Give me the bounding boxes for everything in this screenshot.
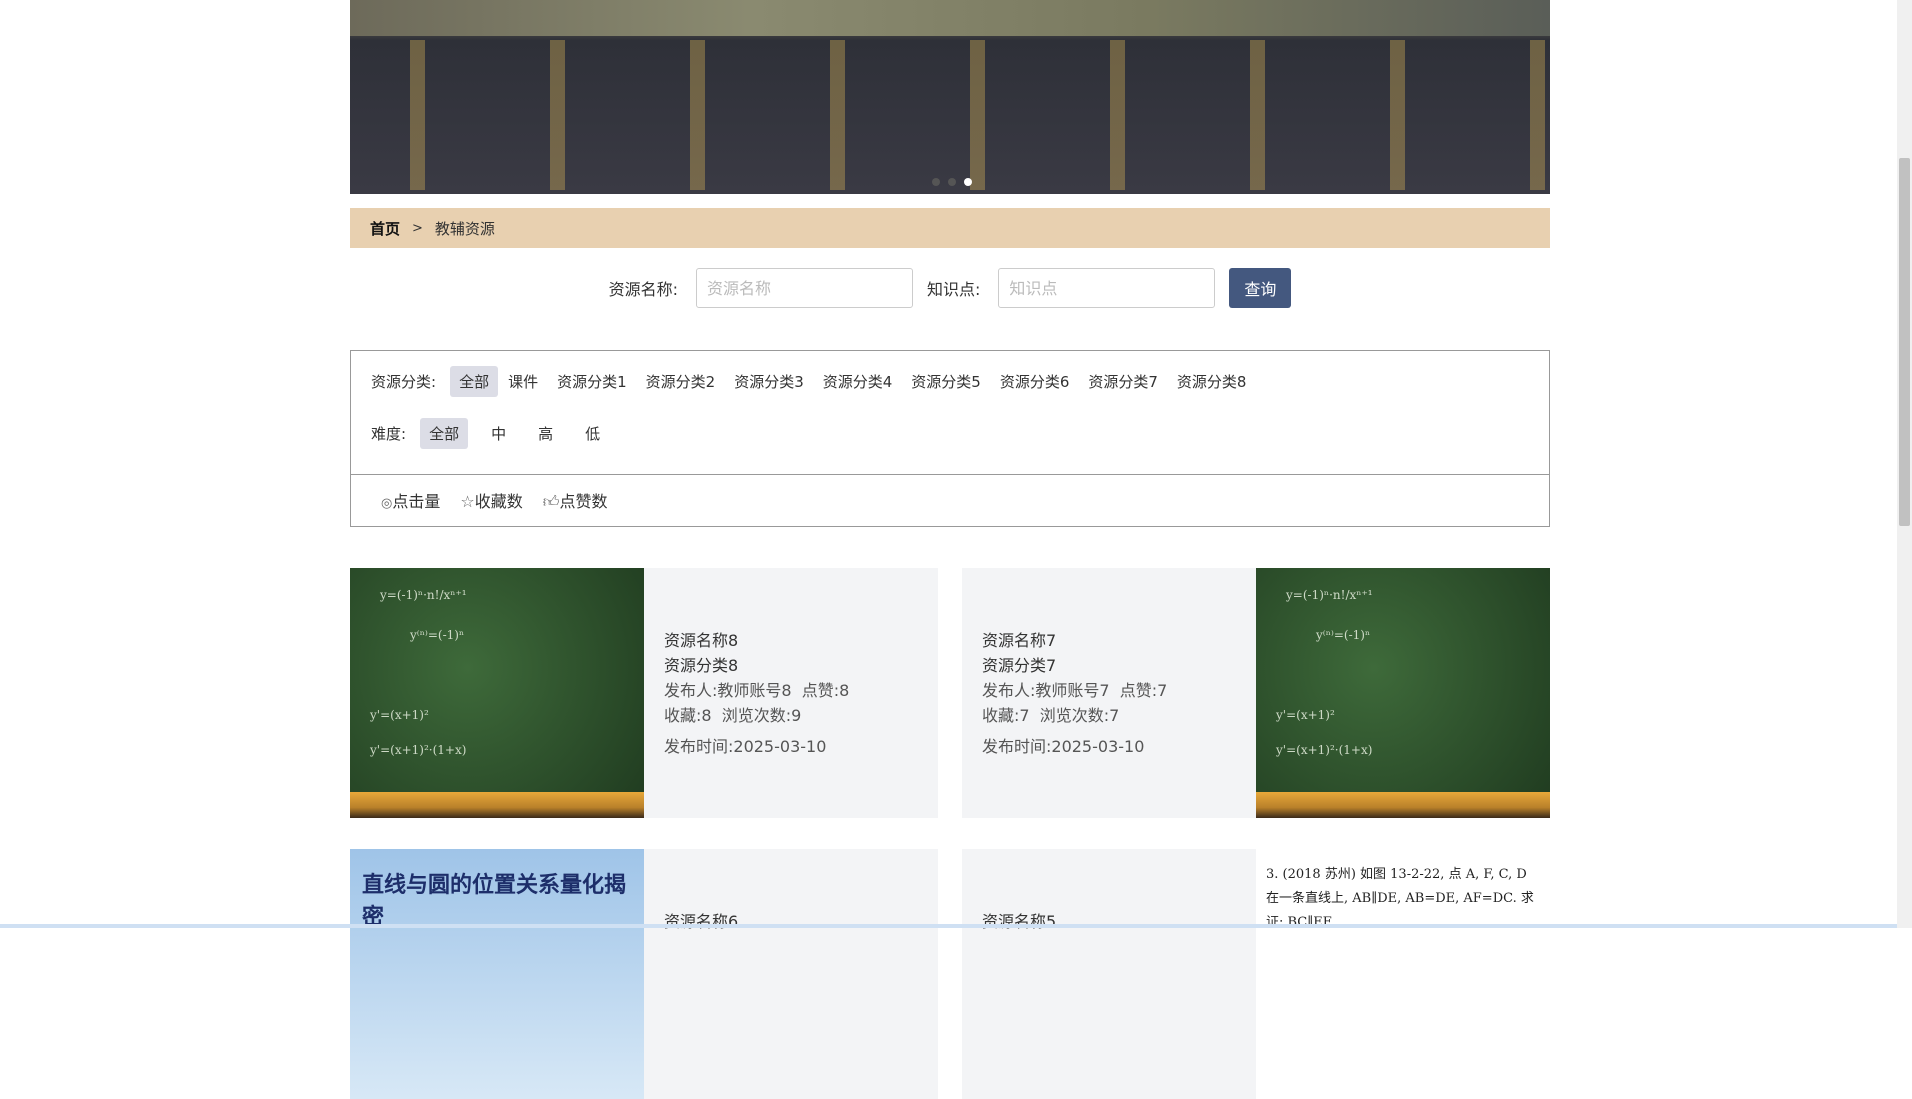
resource-category: 资源分类8 (664, 656, 739, 675)
favorites: 收藏:8 (664, 706, 712, 725)
filter-panel: 资源分类: 全部 课件 资源分类1 资源分类2 资源分类3 资源分类4 资源分类… (350, 350, 1550, 475)
knowledge-point-input[interactable] (998, 268, 1216, 308)
resource-info: 资源名称6 (644, 849, 938, 1099)
banner-image-city (350, 0, 1550, 36)
query-button[interactable]: 查询 (1229, 268, 1292, 308)
scrollbar[interactable] (1897, 0, 1912, 928)
banner-image-reflection (350, 40, 1550, 190)
likes: 点赞:8 (801, 681, 850, 700)
carousel-dot-active[interactable] (964, 178, 972, 186)
resource-card[interactable]: 资源名称5 3. (2018 苏州) 如图 13-2-22, 点 A, F, C… (962, 849, 1550, 1099)
views: 浏览次数:9 (721, 706, 802, 725)
carousel-dot[interactable] (948, 178, 956, 186)
category-option[interactable]: 资源分类8 (1168, 366, 1256, 397)
sort-likes-label: 点赞数 (559, 492, 608, 511)
scrollbar-thumb[interactable] (1899, 158, 1910, 526)
star-icon: ☆ (460, 492, 475, 511)
resource-name[interactable]: 资源名称8 (664, 628, 918, 653)
resource-thumbnail: 3. (2018 苏州) 如图 13-2-22, 点 A, F, C, D 在一… (1256, 849, 1550, 1099)
category-option[interactable]: 资源分类3 (725, 366, 813, 397)
publish-date: 发布时间:2025-03-10 (664, 737, 827, 756)
category-label: 资源分类: (371, 372, 437, 391)
resource-card[interactable]: y=(-1)ⁿ·n!/xⁿ⁺¹ y⁽ⁿ⁾=(-1)ⁿ y'=(x+1)² y'=(x+… (350, 568, 938, 818)
sort-favorites-label: 收藏数 (474, 492, 523, 511)
views: 浏览次数:7 (1039, 706, 1120, 725)
carousel-dots (932, 178, 972, 186)
breadcrumb-home[interactable]: 首页 (370, 218, 400, 239)
knowledge-point-label: 知识点: (927, 280, 981, 299)
eye-icon: ◎ (381, 496, 393, 511)
sort-bar: ◎点击量 ☆收藏数 👍︎点赞数 (350, 474, 1550, 527)
sort-clicks[interactable]: ◎点击量 (381, 488, 440, 512)
category-option[interactable]: 资源分类6 (991, 366, 1079, 397)
resource-card[interactable]: 资源名称7 资源分类7 发布人:教师账号7 点赞:7 收藏:7 浏览次数:7 发… (962, 568, 1550, 818)
search-bar: 资源名称: 知识点: 查询 (350, 268, 1550, 308)
difficulty-option-all[interactable]: 全部 (420, 417, 469, 449)
breadcrumb-current: 教辅资源 (434, 219, 495, 238)
category-option[interactable]: 课件 (499, 366, 547, 397)
resource-card[interactable]: 直线与圆的位置关系量化揭密 资源名称6 (350, 849, 938, 1099)
thumbnail-text: 3. (2018 苏州) 如图 13-2-22, 点 A, F, C, D 在一… (1256, 849, 1550, 1099)
carousel-dot[interactable] (932, 178, 940, 186)
breadcrumb: 首页 > 教辅资源 (350, 208, 1550, 248)
difficulty-option[interactable]: 中 (482, 418, 515, 449)
category-option[interactable]: 资源分类4 (814, 366, 902, 397)
breadcrumb-separator: > (412, 220, 423, 236)
resource-thumbnail: 直线与圆的位置关系量化揭密 (350, 849, 644, 1099)
resource-info: 资源名称7 资源分类7 发布人:教师账号7 点赞:7 收藏:7 浏览次数:7 发… (962, 568, 1256, 818)
favorites: 收藏:7 (982, 706, 1030, 725)
publish-date: 发布时间:2025-03-10 (982, 737, 1145, 756)
difficulty-label: 难度: (371, 424, 407, 443)
sort-likes[interactable]: 👍︎点赞数 (543, 488, 608, 512)
publisher: 发布人:教师账号8 (664, 681, 792, 700)
resource-name[interactable]: 资源名称7 (982, 628, 1236, 653)
category-option-all[interactable]: 全部 (450, 365, 499, 397)
sort-favorites[interactable]: ☆收藏数 (460, 488, 522, 512)
thumbs-up-icon: 👍︎ (542, 492, 560, 511)
resource-thumbnail: y=(-1)ⁿ·n!/xⁿ⁺¹ y⁽ⁿ⁾=(-1)ⁿ y'=(x+1)² y'=(x+… (1256, 568, 1550, 818)
banner-carousel[interactable] (350, 0, 1550, 194)
likes: 点赞:7 (1119, 681, 1168, 700)
difficulty-option[interactable]: 高 (529, 418, 562, 449)
publisher: 发布人:教师账号7 (982, 681, 1110, 700)
resource-thumbnail: y=(-1)ⁿ·n!/xⁿ⁺¹ y⁽ⁿ⁾=(-1)ⁿ y'=(x+1)² y'=(x+… (350, 568, 644, 818)
category-filter: 资源分类: 全部 课件 资源分类1 资源分类2 资源分类3 资源分类4 资源分类… (371, 365, 1529, 397)
difficulty-option[interactable]: 低 (576, 418, 609, 449)
category-option[interactable]: 资源分类2 (637, 366, 725, 397)
resource-category: 资源分类7 (982, 656, 1057, 675)
category-option[interactable]: 资源分类7 (1079, 366, 1167, 397)
sort-clicks-label: 点击量 (392, 492, 441, 511)
resource-info: 资源名称8 资源分类8 发布人:教师账号8 点赞:8 收藏:8 浏览次数:9 发… (644, 568, 938, 818)
category-option[interactable]: 资源分类1 (548, 366, 636, 397)
category-option[interactable]: 资源分类5 (902, 366, 990, 397)
resource-info: 资源名称5 (962, 849, 1256, 1099)
resource-name[interactable]: 资源名称6 (664, 909, 918, 934)
resource-name-input[interactable] (696, 268, 913, 308)
thumbnail-title: 直线与圆的位置关系量化揭密 (362, 873, 627, 930)
bottom-edge (0, 924, 1897, 928)
name-label: 资源名称: (608, 280, 678, 299)
resource-name[interactable]: 资源名称5 (982, 909, 1236, 934)
difficulty-filter: 难度: 全部 中 高 低 (371, 417, 1529, 449)
